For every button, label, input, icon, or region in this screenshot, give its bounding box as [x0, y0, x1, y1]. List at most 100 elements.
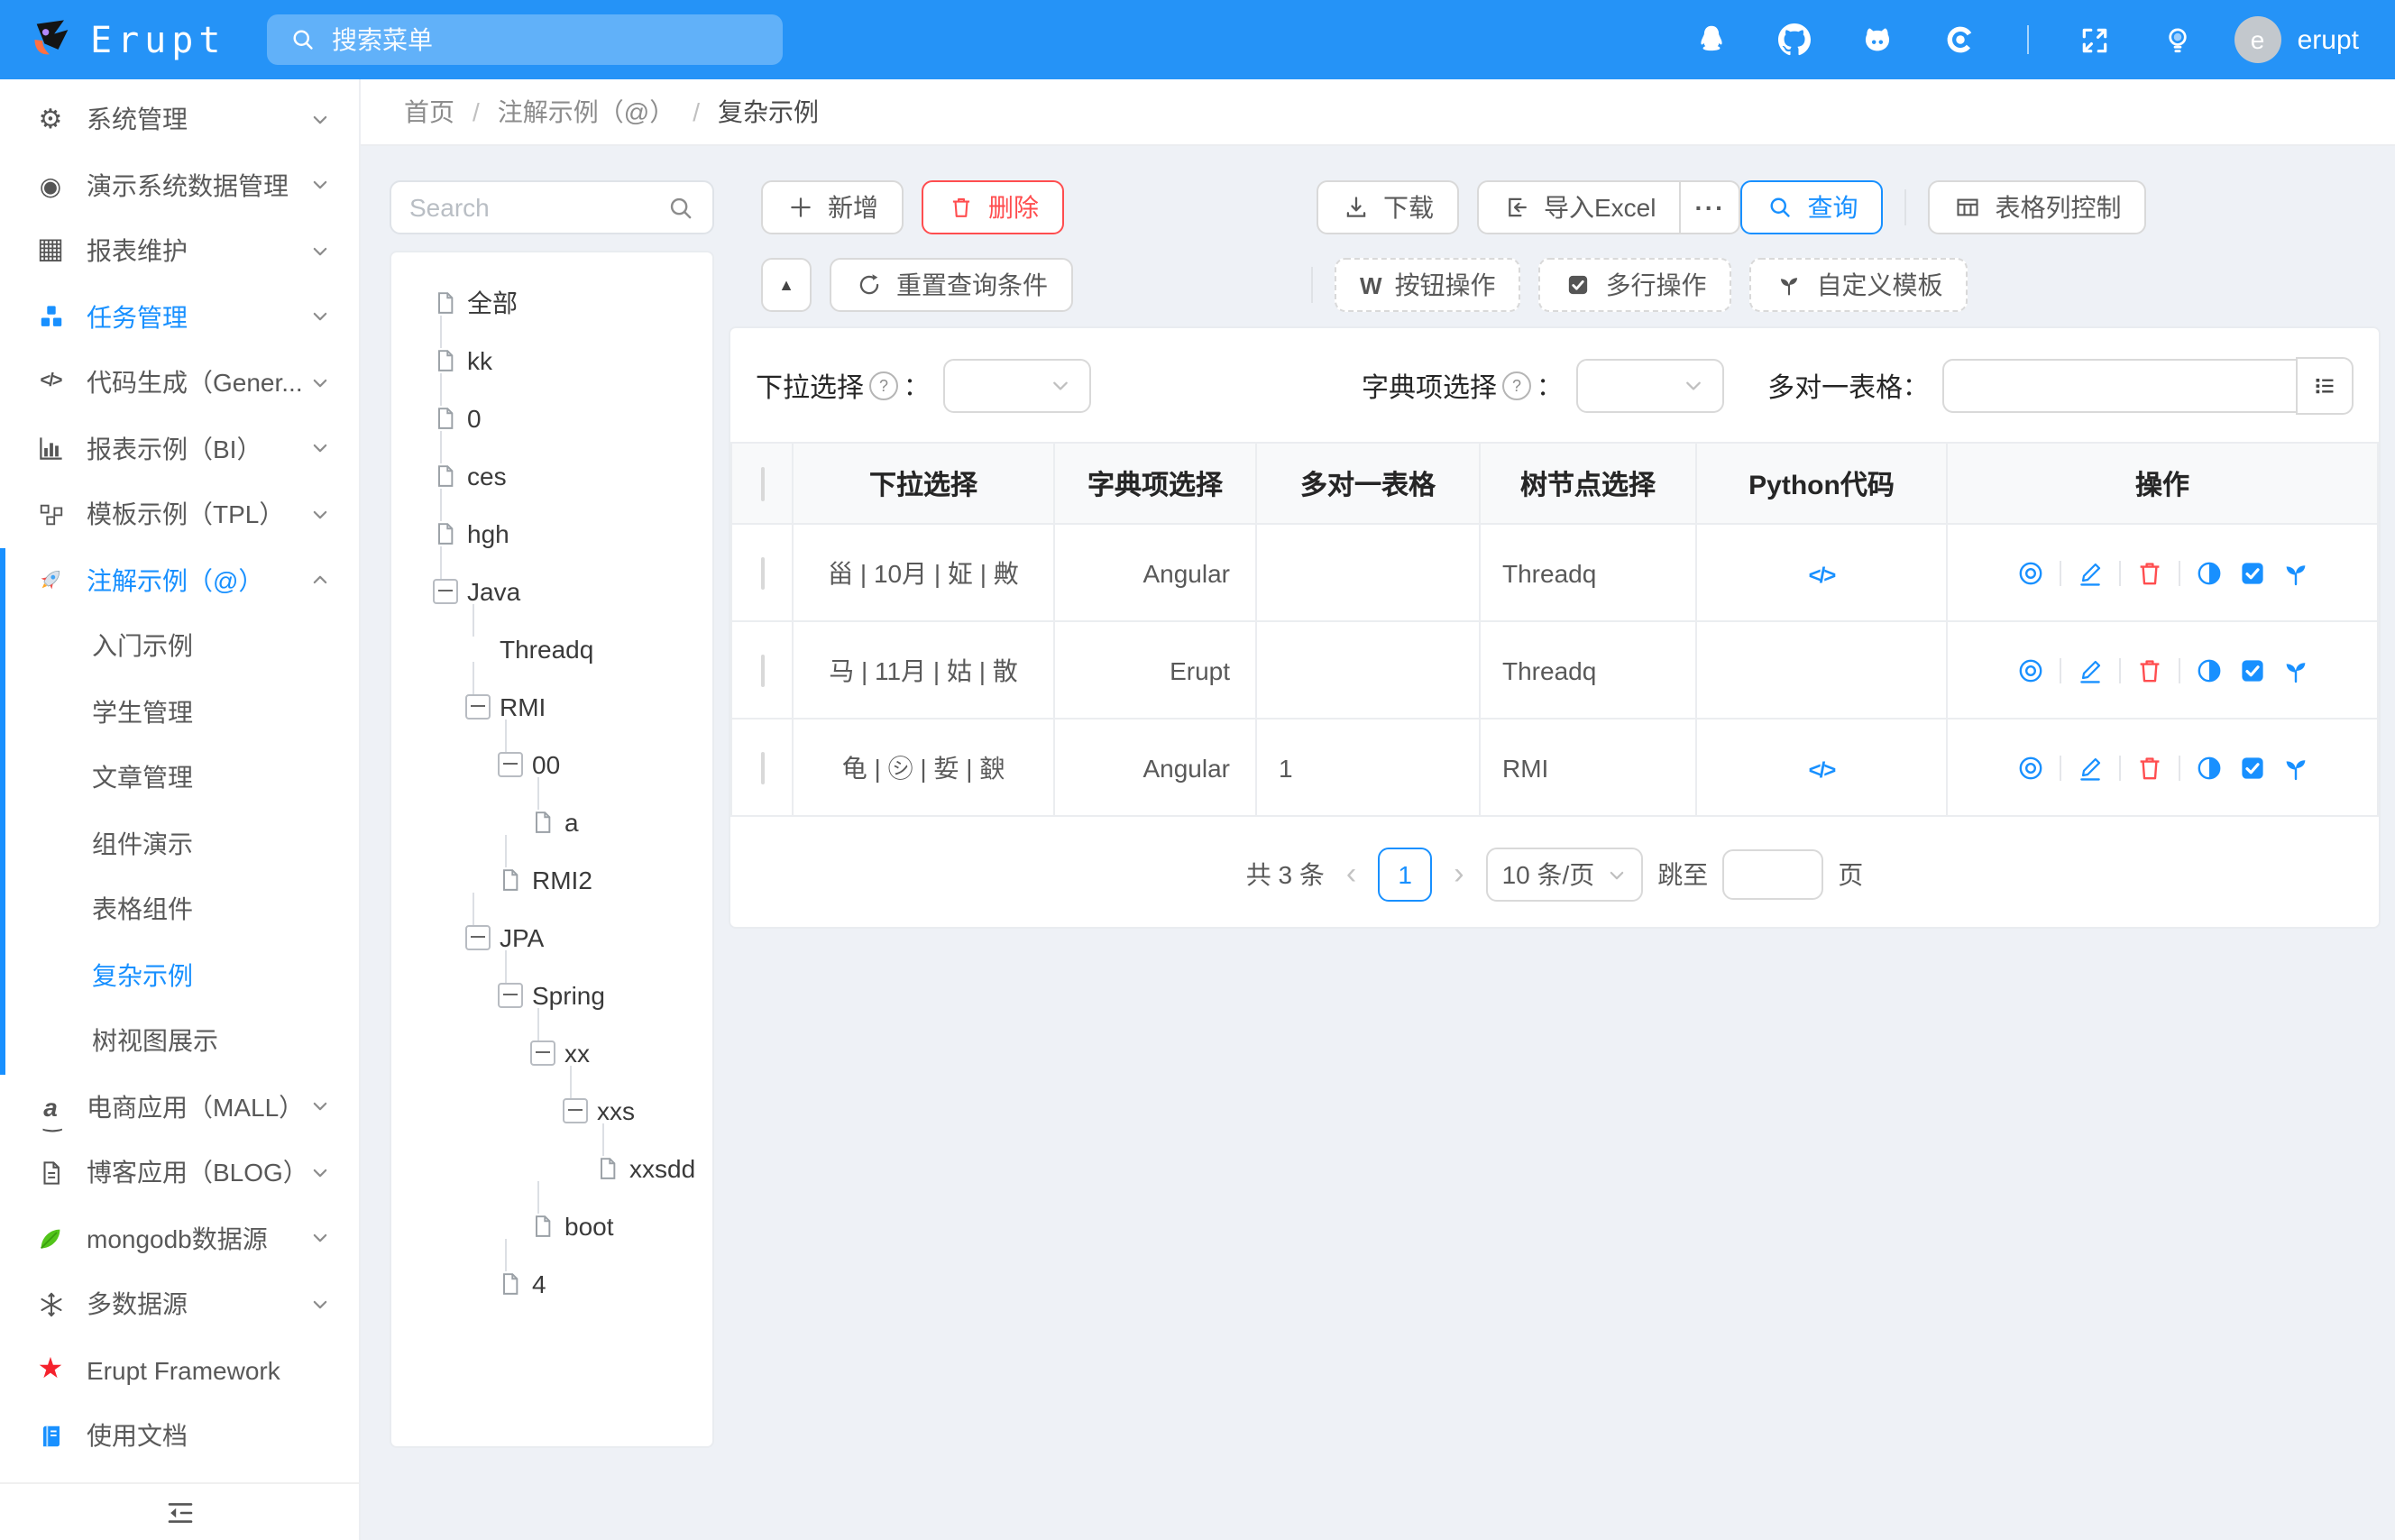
tree-node[interactable]: a	[406, 793, 698, 851]
tree-node[interactable]: xx	[406, 1024, 698, 1082]
gitee-icon[interactable]	[1861, 23, 1895, 57]
breadcrumb-item[interactable]: 注解示例（@）	[498, 94, 674, 130]
import-excel-button[interactable]: 导入Excel	[1477, 180, 1681, 234]
sidebar-subitem[interactable]: 组件演示	[5, 811, 359, 876]
many-to-one-input[interactable]	[1942, 359, 2298, 413]
tree-node[interactable]: RMI	[406, 678, 698, 736]
seedling-icon[interactable]	[2280, 558, 2309, 587]
tree-node[interactable]: Threadq	[406, 620, 698, 678]
tree-collapse-icon[interactable]	[465, 694, 491, 720]
multi-row-operation-button[interactable]: 多行操作	[1539, 258, 1732, 312]
sidebar-item[interactable]: 任务管理	[0, 284, 359, 350]
tree-node[interactable]: boot	[406, 1197, 698, 1255]
sidebar-item[interactable]: ★Erupt Framework	[0, 1337, 359, 1403]
jump-page-input[interactable]	[1722, 849, 1823, 900]
qq-icon[interactable]	[1695, 23, 1730, 57]
sidebar-item[interactable]: mongodb数据源	[0, 1205, 359, 1271]
custom-template-button[interactable]: 自定义模板	[1750, 258, 1968, 312]
download-button[interactable]: 下载	[1317, 180, 1459, 234]
tree-search-input[interactable]: Search	[390, 180, 714, 234]
row-checkbox[interactable]	[760, 654, 764, 686]
user-menu[interactable]: e erupt	[2234, 16, 2359, 63]
sidebar-item[interactable]: 博客应用（BLOG）	[0, 1140, 359, 1205]
sidebar-subitem[interactable]: 表格组件	[5, 876, 359, 942]
tree-collapse-icon[interactable]	[433, 579, 458, 604]
query-button[interactable]: 查询	[1740, 180, 1883, 234]
add-button[interactable]: 新增	[761, 180, 904, 234]
sidebar-item[interactable]: 使用文档	[0, 1403, 359, 1469]
seedling-icon[interactable]	[2280, 753, 2309, 782]
row-checkbox[interactable]	[760, 751, 764, 784]
more-actions-button[interactable]: ···	[1679, 180, 1740, 234]
tree-node[interactable]: 全部	[406, 274, 698, 332]
checkbox-checked-icon[interactable]	[2237, 558, 2266, 587]
tree-node[interactable]: hgh	[406, 505, 698, 563]
github-icon[interactable]	[1778, 23, 1812, 57]
table-picker-button[interactable]	[2296, 357, 2354, 415]
tree-node[interactable]: 0	[406, 390, 698, 447]
tree-node[interactable]: 00	[406, 736, 698, 793]
seedling-icon[interactable]	[2280, 655, 2309, 684]
tree-collapse-icon[interactable]	[530, 1040, 555, 1066]
sidebar-item[interactable]: ⚙系统管理	[0, 87, 359, 152]
page-size-select[interactable]: 10 条/页	[1486, 848, 1644, 902]
checkbox-checked-icon[interactable]	[2237, 753, 2266, 782]
oschina-icon[interactable]	[1944, 23, 1978, 57]
delete-icon[interactable]	[2134, 655, 2163, 684]
view-icon[interactable]	[2015, 753, 2044, 782]
dropdown-select[interactable]	[943, 359, 1091, 413]
tree-collapse-icon[interactable]	[465, 925, 491, 950]
checkbox-checked-icon[interactable]	[2237, 655, 2266, 684]
sidebar-item[interactable]: ◉演示系统数据管理	[0, 152, 359, 218]
delete-icon[interactable]	[2134, 753, 2163, 782]
tree-node[interactable]: ces	[406, 447, 698, 505]
row-checkbox[interactable]	[760, 556, 764, 589]
view-icon[interactable]	[2015, 558, 2044, 587]
tree-node[interactable]: xxsdd	[406, 1140, 698, 1197]
next-page-button[interactable]: ›	[1446, 857, 1471, 893]
edit-icon[interactable]	[2075, 558, 2104, 587]
select-all-checkbox[interactable]	[760, 466, 764, 500]
delete-button[interactable]: 删除	[922, 180, 1064, 234]
tree-node[interactable]: 4	[406, 1255, 698, 1313]
delete-icon[interactable]	[2134, 558, 2163, 587]
fullscreen-icon[interactable]	[2078, 23, 2112, 57]
sidebar-item[interactable]: 注解示例（@）	[5, 547, 359, 613]
edit-icon[interactable]	[2075, 753, 2104, 782]
sidebar-item[interactable]: ▦报表维护	[0, 218, 359, 284]
breadcrumb-item[interactable]: 首页	[404, 94, 454, 130]
sidebar-subitem[interactable]: 树视图展示	[5, 1008, 359, 1074]
python-code-link[interactable]: </>	[1809, 756, 1835, 782]
prev-page-button[interactable]: ‹	[1339, 857, 1363, 893]
reset-query-button[interactable]: 重置查询条件	[830, 258, 1073, 312]
sidebar-item[interactable]: 报表示例（BI）	[0, 416, 359, 481]
page-number[interactable]: 1	[1378, 848, 1432, 902]
python-code-link[interactable]: </>	[1809, 562, 1835, 587]
sidebar-item[interactable]: 多数据源	[0, 1271, 359, 1337]
sidebar-subitem[interactable]: 文章管理	[5, 745, 359, 811]
lightbulb-icon[interactable]	[2161, 23, 2195, 57]
tree-node[interactable]: JPA	[406, 909, 698, 967]
toggle-on-icon[interactable]	[2194, 655, 2223, 684]
sidebar-subitem[interactable]: 学生管理	[5, 679, 359, 745]
view-icon[interactable]	[2015, 655, 2044, 684]
tree-collapse-icon[interactable]	[498, 752, 523, 777]
sidebar-item[interactable]: a‿电商应用（MALL）	[0, 1074, 359, 1140]
tree-node[interactable]: Spring	[406, 967, 698, 1024]
sidebar-item[interactable]: </>代码生成（Gener...	[0, 350, 359, 416]
tree-node[interactable]: xxs	[406, 1082, 698, 1140]
tree-node[interactable]: RMI2	[406, 851, 698, 909]
sidebar-item[interactable]: 模板示例（TPL）	[0, 481, 359, 547]
toggle-on-icon[interactable]	[2194, 558, 2223, 587]
tree-collapse-icon[interactable]	[498, 983, 523, 1008]
collapse-filter-button[interactable]: ▲	[761, 258, 812, 312]
tree-node[interactable]: Java	[406, 563, 698, 620]
header-search[interactable]: 搜索菜单	[267, 14, 783, 65]
sidebar-subitem[interactable]: 入门示例	[5, 613, 359, 679]
tree-collapse-icon[interactable]	[563, 1098, 588, 1123]
toggle-on-icon[interactable]	[2194, 753, 2223, 782]
table-columns-button[interactable]: 表格列控制	[1928, 180, 2146, 234]
sidebar-subitem[interactable]: 复杂示例	[5, 942, 359, 1008]
edit-icon[interactable]	[2075, 655, 2104, 684]
tree-node[interactable]: kk	[406, 332, 698, 390]
